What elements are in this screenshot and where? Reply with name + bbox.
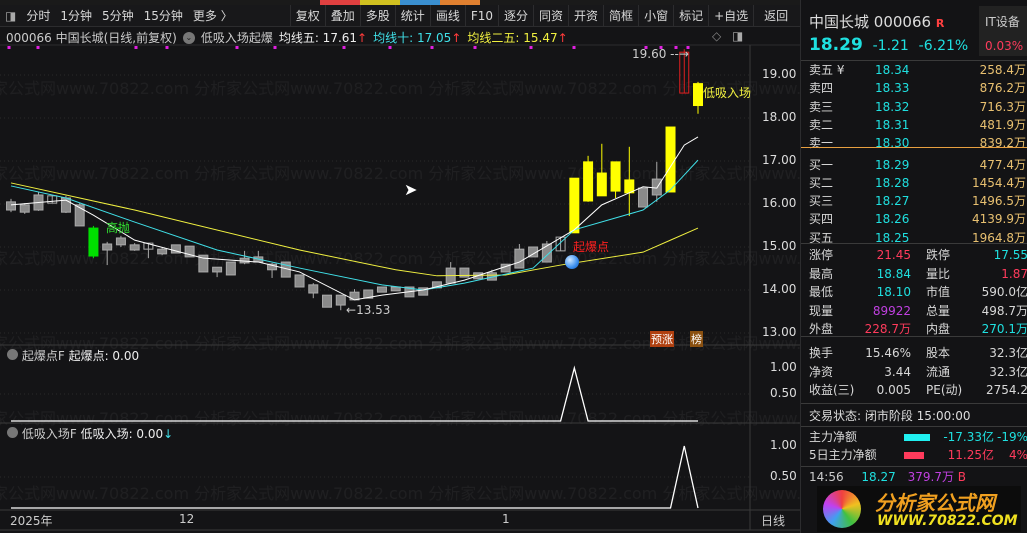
panel2-header: 低吸入场F 低吸入场: 0.00↓ (7, 425, 173, 442)
signal-dot (342, 46, 346, 49)
candle (157, 248, 168, 255)
signal-dot (388, 46, 392, 49)
panel2-name[interactable]: 低吸入场F (22, 427, 77, 441)
tick-row: 14:56 18.27 379.7万 B (809, 470, 967, 484)
trading-status: 交易状态: 闭市阶段 15:00:00 (809, 409, 971, 423)
capital-flow-row[interactable]: 5日主力净额 11.25亿 4% (809, 447, 1027, 464)
quote-panel: 中国长城 000066 R IT设备 0.03% 18.29 -1.21 -6.… (800, 0, 1027, 533)
low-buy-indicator-line (11, 445, 699, 509)
candle (693, 83, 703, 107)
order-book-row: 买五 18.25 1964.8万 (809, 230, 1026, 245)
candle (322, 294, 333, 308)
mouse-cursor-icon: ➤ (404, 180, 418, 199)
order-book-row: 卖四 18.33 876.2万 (809, 81, 1026, 96)
dropdown-icon[interactable] (7, 349, 18, 360)
candle (225, 261, 236, 276)
signal-dot (7, 46, 11, 49)
panel2-value: 低吸入场: 0.00 (80, 427, 164, 441)
breakout-indicator-line (11, 365, 698, 422)
candle (335, 294, 346, 306)
candle (115, 237, 126, 246)
kline-chart[interactable] (0, 0, 800, 533)
period-label[interactable]: 日线 (761, 512, 785, 529)
signal-dot (165, 46, 169, 49)
panel1-header: 起爆点F 起爆点: 0.00 (7, 347, 139, 364)
stat-row: 涨停 21.45 跌停 17.55 (809, 248, 1027, 262)
signal-dot (572, 46, 576, 49)
candle (596, 172, 607, 197)
sector-change: 0.03% (985, 39, 1024, 53)
order-book-row: 买一 18.29 477.4万 (809, 157, 1026, 172)
signal-dot (235, 46, 239, 49)
signal-dot (529, 46, 533, 49)
high-sell-label: 高抛 (106, 221, 131, 235)
candle (514, 248, 525, 269)
logo-text: 分析家公式网 (875, 491, 995, 515)
candle (569, 177, 580, 234)
date-label: 1 (502, 512, 510, 526)
sector-name[interactable]: IT设备 (985, 13, 1020, 30)
candle (583, 161, 594, 202)
order-book-row: 买四 18.26 4139.9万 (809, 212, 1026, 227)
candle (308, 284, 319, 294)
stat-row: 现量 89922 总量 498.7万 (809, 303, 1027, 318)
order-book-row: 卖二 18.31 481.9万 (809, 117, 1026, 132)
candle (390, 286, 401, 292)
flower-logo-icon (823, 490, 861, 528)
candle (376, 286, 387, 293)
watermark-logo: 分析家公式网 WWW.70822.COM (817, 486, 1021, 532)
signal-dot (36, 46, 40, 49)
low-buy-label: 低吸入场 (703, 86, 752, 100)
order-book-row: 买二 18.28 1454.4万 (809, 175, 1026, 190)
stat-row: 换手 15.46% 股本 32.3亿 (809, 346, 1027, 360)
stat-row: 净资 3.44 流通 32.3亿 (809, 364, 1027, 379)
candle (665, 126, 676, 193)
stat-row: 最低 18.10 市值 590.0亿 (809, 285, 1027, 299)
capital-flow-row[interactable]: 主力净额 -17.33亿 -19% (809, 429, 1027, 446)
order-book-row: 买三 18.27 1496.5万 (809, 194, 1026, 209)
order-book-row: 卖五 ¥18.34 258.4万 (809, 63, 1026, 77)
panel1-value: 起爆点: 0.00 (68, 349, 140, 363)
high-price-label: 19.60 --→ (632, 47, 689, 61)
candle (212, 266, 223, 273)
breakout-ball-icon (565, 255, 579, 269)
candle (638, 187, 649, 208)
badge-forecast-up[interactable]: 预涨 (650, 331, 674, 347)
dropdown-icon[interactable] (7, 427, 18, 438)
stat-row: 收益(三) 0.005 PE(动) 2754.2 (809, 383, 1027, 397)
stock-name: 中国长城 000066 R (809, 13, 945, 31)
breakout-label: 起爆点 (573, 240, 610, 254)
badge-rank[interactable]: 榜 (690, 331, 703, 347)
signal-dot (134, 46, 138, 49)
date-label: 2025年 (10, 514, 53, 528)
candle (88, 227, 99, 257)
candle (610, 161, 621, 192)
order-book-row: 卖三 18.32 716.3万 (809, 99, 1026, 114)
low-price-label: ←13.53 (346, 303, 391, 317)
candle (102, 243, 113, 251)
candle (651, 178, 662, 196)
candle (6, 201, 16, 211)
candle (19, 204, 30, 213)
signal-dot (430, 46, 434, 49)
stat-row: 最高 18.84 量比 1.87 (809, 266, 1027, 281)
panel1-name[interactable]: 起爆点F (22, 349, 65, 363)
candle (129, 244, 140, 251)
signal-dot (273, 46, 277, 49)
price-row: 18.29 -1.21 -6.21% (809, 35, 969, 55)
candle (624, 179, 635, 194)
date-label: 12 (179, 512, 195, 526)
signal-dot (473, 46, 477, 49)
order-book-row: 卖一 18.30 839.2万 (809, 136, 1026, 151)
candle (294, 274, 305, 288)
logo-url: WWW.70822.COM (877, 513, 1018, 529)
